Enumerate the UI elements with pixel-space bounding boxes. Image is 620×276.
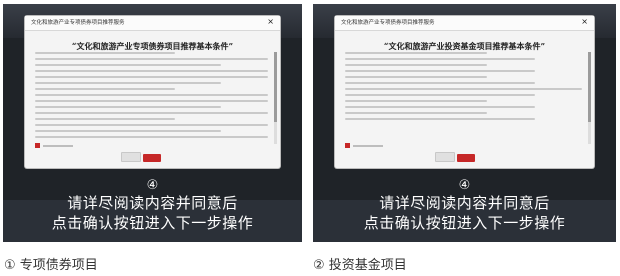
scrollbar[interactable] <box>274 52 277 144</box>
close-icon[interactable]: × <box>581 17 588 27</box>
scrollbar[interactable] <box>588 52 591 144</box>
caption-investment-fund: ② 投资基金项目 <box>313 258 407 273</box>
document-title: “文化和旅游产业专项债券项目推荐基本条件” <box>71 41 234 51</box>
checkbox-icon[interactable] <box>35 143 40 148</box>
instruction-line-2: 点击确认按钮进入下一步操作 <box>51 214 254 232</box>
instruction-line-2: 点击确认按钮进入下一步操作 <box>363 214 566 232</box>
agree-checkbox[interactable] <box>345 143 383 148</box>
cancel-button[interactable] <box>435 152 455 162</box>
screenshot-special-bond: 文化和旅游产业专项债券项目推荐服务 × “文化和旅游产业专项债券项目推荐基本条件… <box>3 4 302 242</box>
caption-special-bond: ① 专项债券项目 <box>4 258 98 273</box>
dialog-title: 文化和旅游产业专项债券项目推荐服务 <box>341 20 435 26</box>
cancel-button[interactable] <box>121 152 141 162</box>
instruction-overlay: ④ 请详尽阅读内容并同意后 点击确认按钮进入下一步操作 <box>3 174 302 233</box>
confirm-button[interactable] <box>457 154 475 162</box>
instruction-line-1: 请详尽阅读内容并同意后 <box>67 194 238 212</box>
screenshot-investment-fund: 文化和旅游产业专项债券项目推荐服务 × “文化和旅游产业投资基金项目推荐基本条件… <box>313 4 616 242</box>
checkbox-icon[interactable] <box>345 143 350 148</box>
terms-text <box>345 52 582 144</box>
step-marker: ④ <box>458 178 471 193</box>
dialog-header: 文化和旅游产业专项债券项目推荐服务 × <box>335 16 594 31</box>
confirm-button[interactable] <box>143 154 161 162</box>
instruction-line-1: 请详尽阅读内容并同意后 <box>379 194 550 212</box>
close-icon[interactable]: × <box>267 17 274 27</box>
step-marker: ④ <box>146 178 159 193</box>
terms-dialog: 文化和旅游产业专项债券项目推荐服务 × “文化和旅游产业专项债券项目推荐基本条件… <box>25 16 280 168</box>
instruction-overlay: ④ 请详尽阅读内容并同意后 点击确认按钮进入下一步操作 <box>313 174 616 233</box>
terms-dialog: 文化和旅游产业专项债券项目推荐服务 × “文化和旅游产业投资基金项目推荐基本条件… <box>335 16 594 168</box>
agree-checkbox[interactable] <box>35 143 73 148</box>
dialog-header: 文化和旅游产业专项债券项目推荐服务 × <box>25 16 280 31</box>
terms-text <box>35 52 268 144</box>
document-title: “文化和旅游产业投资基金项目推荐基本条件” <box>383 41 546 51</box>
dialog-title: 文化和旅游产业专项债券项目推荐服务 <box>31 20 125 26</box>
